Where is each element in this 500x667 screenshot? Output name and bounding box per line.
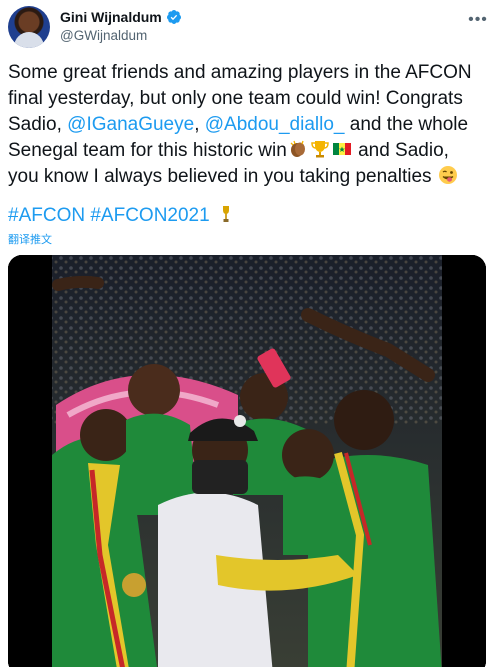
senegal-flag-emoji xyxy=(332,139,352,159)
avatar-shoulders xyxy=(14,32,44,48)
more-options-icon[interactable]: ••• xyxy=(468,10,488,30)
tweet-line-3: Sadio, @IGanaGueye, @Abdou_diallo_ and t… xyxy=(8,112,494,138)
clapping-hands-emoji xyxy=(288,139,308,159)
text-segment: and the whole xyxy=(344,114,469,135)
tweet-line-1: Some great friends and amazing players i… xyxy=(8,62,472,83)
name-row: Gini Wijnaldum xyxy=(60,9,182,25)
text-segment: and Sadio, xyxy=(352,140,449,161)
text-segment: Sadio, xyxy=(8,114,68,135)
tweet-header: Gini Wijnaldum @GWijnaldum ••• xyxy=(8,6,492,50)
user-handle[interactable]: @GWijnaldum xyxy=(60,28,147,43)
text-segment: Senegal team for this historic win xyxy=(8,140,287,161)
text-segment: you know I always believed in you taking… xyxy=(8,166,432,187)
trophy-emoji xyxy=(216,204,236,224)
display-name[interactable]: Gini Wijnaldum xyxy=(60,9,162,25)
tweet-text: Some great friends and amazing players i… xyxy=(8,60,494,190)
tweet-line-5: you know I always believed in you taking… xyxy=(8,164,494,190)
verified-badge-icon xyxy=(166,9,182,25)
text-segment: , xyxy=(194,114,205,135)
mention-link[interactable]: @IGanaGueye xyxy=(67,114,194,135)
trophy-emoji xyxy=(310,139,330,159)
mention-link[interactable]: @Abdou_diallo_ xyxy=(205,114,345,135)
tweet-card: Gini Wijnaldum @GWijnaldum ••• Some grea… xyxy=(0,0,500,667)
tweet-line-4: Senegal team for this historic win and S… xyxy=(8,138,494,164)
hashtag-row: #AFCON #AFCON2021 xyxy=(8,203,237,229)
hashtag-link[interactable]: #AFCON2021 xyxy=(90,205,209,226)
avatar[interactable] xyxy=(8,6,50,48)
photo-illustration xyxy=(8,255,486,667)
winking-face-tongue-emoji xyxy=(438,165,458,185)
translate-tweet-link[interactable]: 翻译推文 xyxy=(8,231,52,247)
tweet-photo[interactable] xyxy=(8,255,486,667)
hashtag-link[interactable]: #AFCON xyxy=(8,205,85,226)
tweet-line-2: final yesterday, but only one team could… xyxy=(8,88,463,109)
